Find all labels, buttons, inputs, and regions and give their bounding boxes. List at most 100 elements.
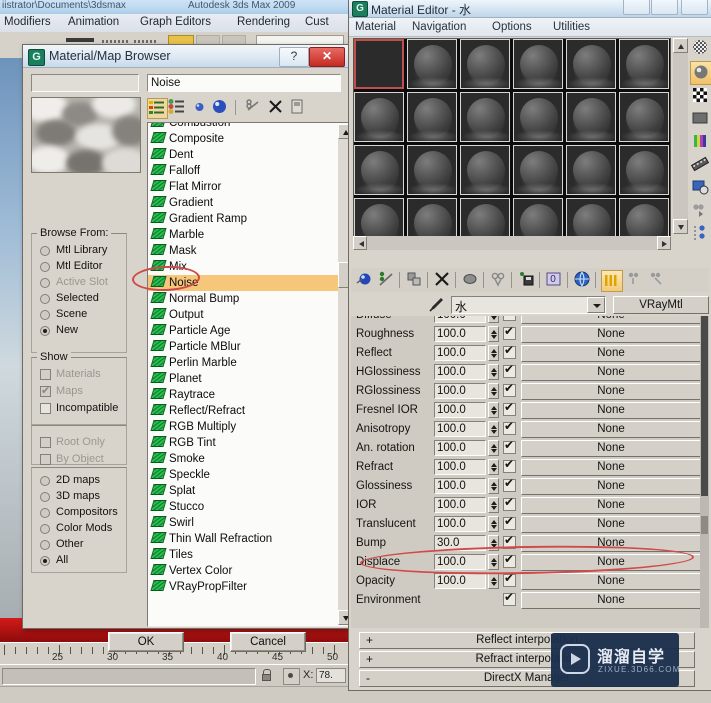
view-medium-sphere-icon[interactable]	[191, 98, 210, 117]
slot-scroll-up-arrow[interactable]	[673, 38, 688, 53]
map-type-list[interactable]: Combustion Composite Dent Falloff Flat Mirro…	[147, 122, 355, 627]
video-color-check-icon[interactable]	[690, 130, 710, 152]
delete-from-library-icon[interactable]	[267, 98, 286, 117]
map-list-item[interactable]: Dent	[148, 147, 338, 163]
toolbar-icon-group-c[interactable]	[134, 40, 156, 43]
map-list-item[interactable]: Gradient Ramp	[148, 211, 338, 227]
map-enable-checkbox[interactable]	[503, 438, 516, 454]
map-enable-checkbox[interactable]	[503, 590, 516, 606]
material-sample-slot[interactable]	[460, 145, 510, 195]
map-list-item[interactable]: Particle Age	[148, 323, 338, 339]
map-amount-spinner[interactable]	[488, 364, 499, 380]
map-amount-field[interactable]: 100.0	[434, 326, 486, 342]
map-list-item[interactable]: Planet	[148, 371, 338, 387]
map-amount-spinner[interactable]	[488, 478, 499, 494]
material-sample-slot[interactable]	[513, 92, 563, 142]
me-menu-material[interactable]: Material	[355, 21, 396, 33]
sample-uv-tiling-icon[interactable]	[690, 107, 710, 129]
map-amount-spinner[interactable]	[488, 459, 499, 475]
map-list-item[interactable]: Mask	[148, 243, 338, 259]
map-amount-spinner[interactable]	[488, 573, 499, 589]
map-slot-button[interactable]: None	[521, 383, 701, 400]
map-filter-radio[interactable]: 2D maps	[40, 474, 124, 488]
map-list-item[interactable]: Output	[148, 307, 338, 323]
put-to-library-icon[interactable]	[517, 270, 537, 290]
material-map-navigator-icon[interactable]	[690, 222, 710, 244]
close-button[interactable]	[681, 0, 708, 15]
map-enable-checkbox[interactable]	[503, 571, 516, 587]
material-sample-slot[interactable]	[354, 92, 404, 142]
material-sample-slot[interactable]	[460, 92, 510, 142]
browse-from-radio[interactable]: Mtl Editor	[40, 260, 124, 274]
material-sample-slot[interactable]	[513, 39, 563, 89]
map-slot-button[interactable]: None	[521, 592, 701, 609]
map-amount-spinner[interactable]	[488, 326, 499, 342]
toolbar-icon-group-a[interactable]	[66, 38, 94, 42]
map-amount-spinner[interactable]	[488, 497, 499, 513]
coordinate-x-field[interactable]: 78.	[316, 668, 346, 683]
toolbar-icon-group-b[interactable]	[102, 40, 128, 43]
map-list-item[interactable]: Raytrace	[148, 387, 338, 403]
map-amount-field[interactable]: 100.0	[434, 573, 486, 589]
slot-scroll-left-arrow[interactable]	[353, 236, 367, 250]
ok-button[interactable]: OK	[108, 632, 184, 652]
make-material-copy-icon[interactable]	[461, 270, 481, 290]
map-slot-button[interactable]: None	[521, 316, 701, 324]
me-menu-navigation[interactable]: Navigation	[412, 21, 466, 33]
map-slot-button[interactable]: None	[521, 326, 701, 343]
make-unique-icon[interactable]	[489, 270, 509, 290]
map-amount-spinner[interactable]	[488, 516, 499, 532]
map-list-item[interactable]: Swirl	[148, 515, 338, 531]
map-list-item[interactable]: Marble	[148, 227, 338, 243]
max-menu-rendering[interactable]: Rendering	[237, 16, 290, 28]
map-filter-radio[interactable]: Other	[40, 538, 124, 552]
browser-search-field[interactable]: Noise	[147, 74, 341, 92]
map-list-item[interactable]: Normal Bump	[148, 291, 338, 307]
max-menu-animation[interactable]: Animation	[68, 16, 119, 28]
map-amount-spinner[interactable]	[488, 402, 499, 418]
map-amount-field[interactable]: 100.0	[434, 459, 486, 475]
map-list-item[interactable]: Splat	[148, 483, 338, 499]
max-menu-customize[interactable]: Cust	[305, 16, 329, 28]
map-slot-button[interactable]: None	[521, 364, 701, 381]
map-enable-checkbox[interactable]	[503, 514, 516, 530]
map-amount-field[interactable]: 100.0	[434, 316, 486, 323]
map-enable-checkbox[interactable]	[503, 476, 516, 492]
material-sample-slot[interactable]	[407, 145, 457, 195]
map-amount-spinner[interactable]	[488, 316, 499, 323]
params-vertical-scrollbar[interactable]	[700, 316, 709, 628]
map-amount-field[interactable]: 100.0	[434, 440, 486, 456]
material-sample-slot[interactable]	[566, 145, 616, 195]
browser-name-field[interactable]	[31, 74, 139, 92]
map-list-item[interactable]: Combustion	[148, 123, 338, 131]
eyedropper-icon[interactable]	[427, 296, 445, 313]
material-sample-slot[interactable]	[354, 39, 404, 89]
map-enable-checkbox[interactable]	[503, 419, 516, 435]
map-filter-radio[interactable]: Color Mods	[40, 522, 124, 536]
map-enable-checkbox[interactable]	[503, 316, 516, 321]
map-slot-button[interactable]: None	[521, 478, 701, 495]
map-list-item[interactable]: Tiles	[148, 547, 338, 563]
close-button[interactable]: ✕	[309, 47, 345, 67]
map-amount-field[interactable]: 100.0	[434, 345, 486, 361]
material-sample-slot[interactable]	[566, 92, 616, 142]
backlight-icon[interactable]	[690, 61, 711, 85]
material-sample-slot[interactable]	[619, 39, 669, 89]
map-amount-field[interactable]: 100.0	[434, 516, 486, 532]
show-checkbox[interactable]: Incompatible	[40, 402, 124, 416]
select-by-material-icon[interactable]	[690, 199, 710, 221]
map-amount-spinner[interactable]	[488, 421, 499, 437]
map-amount-field[interactable]: 100.0	[434, 421, 486, 437]
map-filter-radio[interactable]: All	[40, 554, 124, 568]
absolute-relative-toggle-icon[interactable]	[283, 668, 300, 685]
map-slot-button[interactable]: None	[521, 421, 701, 438]
browse-from-radio[interactable]: Scene	[40, 308, 124, 322]
material-name-field[interactable]: 水	[451, 296, 606, 314]
map-amount-spinner[interactable]	[488, 440, 499, 456]
map-list-item[interactable]: Thin Wall Refraction	[148, 531, 338, 547]
map-amount-field[interactable]: 100.0	[434, 364, 486, 380]
material-sample-slot-grid[interactable]	[353, 38, 671, 250]
map-amount-field[interactable]: 100.0	[434, 497, 486, 513]
minimize-button[interactable]	[623, 0, 650, 15]
map-enable-checkbox[interactable]	[503, 457, 516, 473]
